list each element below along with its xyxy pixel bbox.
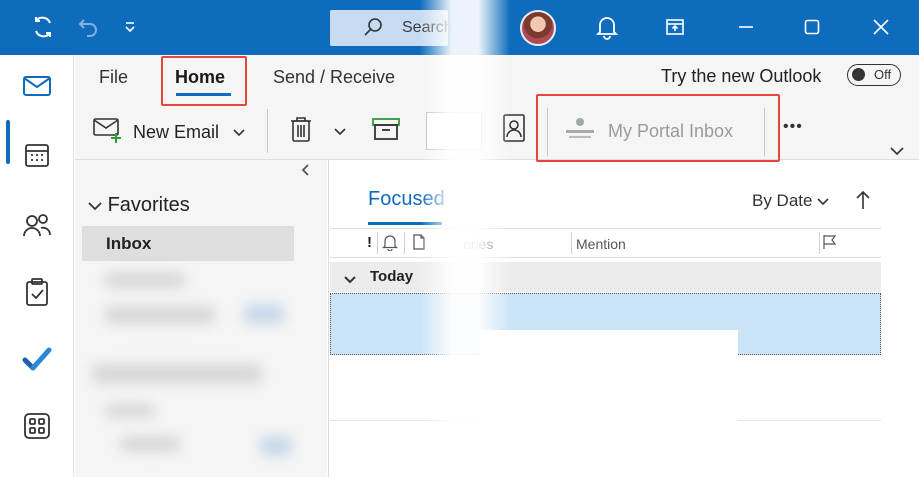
bell-icon[interactable] [592, 12, 622, 42]
tab-file[interactable]: File [99, 67, 128, 88]
column-separator [571, 232, 572, 254]
maximize-icon[interactable] [797, 12, 827, 42]
search-box[interactable]: Search [330, 10, 453, 46]
navigation-rail [0, 55, 74, 477]
blurred-folder [105, 306, 215, 324]
tab-home-underline [176, 93, 231, 96]
trash-icon [288, 115, 314, 148]
address-book-icon [502, 113, 526, 148]
blurred-folder [105, 404, 155, 418]
rail-active-indicator [6, 120, 10, 164]
blurred-count-badge [260, 436, 292, 456]
new-outlook-toggle[interactable]: Off [847, 64, 901, 86]
column-mention[interactable]: Mention [576, 236, 626, 252]
chevron-down-icon [344, 271, 356, 289]
undo-icon[interactable] [73, 12, 103, 42]
ribbon-divider [267, 109, 268, 153]
folder-inbox[interactable]: Inbox [82, 226, 294, 261]
group-today[interactable]: Today [330, 262, 881, 292]
archive-button[interactable] [371, 116, 401, 147]
search-placeholder: Search [402, 19, 453, 36]
toggle-label: Off [874, 67, 892, 82]
mail-icon[interactable] [20, 69, 54, 103]
tab-focused-underline [368, 222, 442, 225]
my-portal-inbox-button[interactable]: My Portal Inbox [563, 114, 733, 149]
blurred-count-badge [244, 304, 284, 324]
move-button[interactable] [426, 112, 482, 150]
toggle-knob [852, 68, 865, 81]
importance-icon[interactable]: ! [367, 234, 372, 251]
column-categories[interactable]: ories [463, 236, 493, 252]
favorites-header[interactable]: Favorites [88, 194, 190, 217]
chevron-down-icon [88, 194, 108, 216]
avatar[interactable] [520, 10, 556, 46]
new-email-button[interactable]: New Email [92, 115, 245, 150]
flag-icon[interactable] [822, 234, 838, 255]
try-new-outlook-label: Try the new Outlook [661, 66, 822, 86]
tab-focused[interactable]: Focused [368, 188, 445, 211]
blurred-folder [105, 272, 185, 288]
attachment-document-icon[interactable] [412, 234, 426, 255]
exchange-logo-icon [563, 114, 597, 149]
people-icon[interactable] [20, 208, 54, 242]
todo-check-icon[interactable] [20, 342, 54, 376]
customize-toolbar-icon[interactable] [115, 12, 145, 42]
minimize-icon[interactable] [731, 12, 761, 42]
tab-home[interactable]: Home [175, 67, 225, 88]
inbox-label: Inbox [106, 234, 152, 253]
sort-direction-icon[interactable] [856, 190, 870, 216]
group-today-label: Today [370, 268, 414, 285]
new-email-label: New Email [133, 122, 220, 142]
ribbon-divider [547, 108, 548, 156]
my-portal-inbox-label: My Portal Inbox [608, 121, 734, 141]
chevron-down-icon[interactable] [233, 124, 245, 142]
sort-by-date-button[interactable]: By Date [752, 191, 829, 211]
sync-icon[interactable] [28, 12, 58, 42]
search-icon [362, 16, 384, 43]
blurred-account-header [92, 364, 262, 384]
column-separator [404, 232, 405, 254]
ribbon-expand-icon[interactable] [890, 143, 904, 161]
delete-button[interactable] [288, 115, 346, 148]
redaction-blur [480, 330, 738, 477]
ribbon-divider [764, 108, 765, 156]
apps-icon[interactable] [20, 409, 54, 443]
chevron-down-icon [817, 191, 829, 210]
column-separator [377, 232, 378, 254]
close-icon[interactable] [866, 12, 896, 42]
tab-send-receive[interactable]: Send / Receive [273, 67, 395, 88]
sort-label: By Date [752, 191, 813, 210]
collapse-folder-pane-icon[interactable] [300, 163, 310, 179]
calendar-icon[interactable] [20, 138, 54, 172]
blurred-folder [120, 436, 180, 452]
favorites-label: Favorites [107, 194, 190, 216]
column-separator [819, 232, 820, 254]
tasks-icon[interactable] [20, 275, 54, 309]
more-options-button[interactable]: ••• [783, 118, 803, 136]
archive-icon [371, 116, 401, 147]
new-email-icon [92, 115, 124, 150]
chevron-down-icon[interactable] [334, 123, 346, 141]
reminder-bell-icon[interactable] [381, 233, 399, 256]
address-book-button[interactable] [502, 113, 526, 148]
title-bar: Search [0, 0, 919, 55]
restore-window-icon[interactable] [660, 12, 690, 42]
